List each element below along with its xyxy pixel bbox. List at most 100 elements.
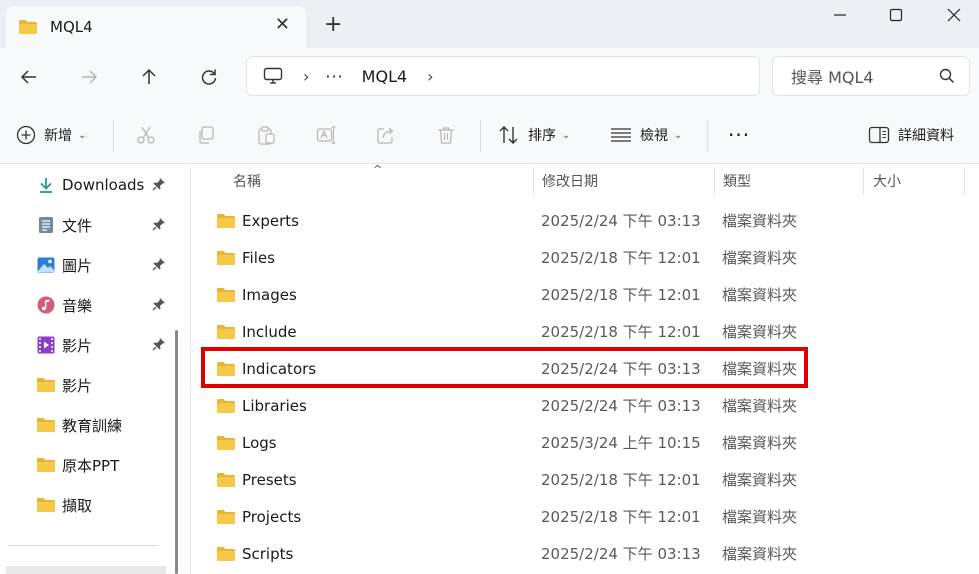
pin-icon[interactable]	[152, 337, 166, 351]
file-name: Presets	[242, 470, 297, 489]
details-pane-icon	[868, 126, 890, 144]
sort-icon	[499, 126, 518, 144]
sidebar-item-folder[interactable]: 擷取	[36, 492, 168, 518]
minimize-button[interactable]	[820, 2, 860, 28]
sort-caret-icon: ^	[373, 163, 383, 176]
column-divider[interactable]	[863, 167, 864, 195]
maximize-button[interactable]	[876, 2, 916, 28]
file-modified-date: 2025/2/18 下午 12:01	[541, 471, 701, 489]
sidebar-item-downloads[interactable]: Downloads	[36, 172, 168, 198]
share-button[interactable]	[376, 124, 396, 146]
file-row[interactable]: Projects 2025/2/18 下午 12:01 檔案資料夾	[190, 498, 979, 535]
address-bar[interactable]: › ··· MQL4 ›	[246, 56, 760, 96]
pin-icon[interactable]	[152, 217, 166, 231]
cut-button[interactable]	[136, 124, 156, 146]
search-input[interactable]: 搜尋 MQL4	[772, 56, 970, 96]
file-modified-date: 2025/2/24 下午 03:13	[541, 545, 701, 563]
breadcrumb-current[interactable]: MQL4	[362, 67, 408, 86]
chevron-right-icon[interactable]: ›	[303, 67, 309, 86]
close-tab-button[interactable]: ✕	[275, 16, 290, 34]
sidebar-item-music[interactable]: 音樂	[36, 292, 168, 318]
tab-mql4[interactable]: MQL4 ✕	[6, 6, 306, 48]
arrow-left-icon	[20, 70, 36, 84]
close-icon	[947, 8, 961, 22]
details-pane-button[interactable]: 詳細資料	[868, 124, 954, 146]
close-window-button[interactable]	[934, 2, 974, 28]
column-header-type[interactable]: 類型	[723, 165, 751, 197]
file-name: Files	[242, 248, 275, 267]
breadcrumb-more[interactable]: ···	[325, 67, 343, 86]
chevron-right-icon[interactable]: ›	[427, 67, 433, 86]
sidebar-divider	[8, 545, 158, 546]
file-type: 檔案資料夾	[722, 397, 798, 415]
pin-icon[interactable]	[152, 297, 166, 311]
sidebar-item-documents[interactable]: 文件	[36, 212, 168, 238]
column-divider[interactable]	[533, 167, 534, 195]
sidebar-item-label: 擷取	[62, 496, 93, 515]
tab-title: MQL4	[50, 18, 93, 36]
folder-icon	[36, 375, 56, 395]
delete-button[interactable]	[436, 124, 456, 146]
sidebar-item-folder[interactable]: 教育訓練	[36, 412, 168, 438]
up-button[interactable]	[136, 64, 162, 90]
pin-icon[interactable]	[152, 177, 166, 191]
file-row[interactable]: Scripts 2025/2/24 下午 03:13 檔案資料夾	[190, 535, 979, 572]
file-name: Libraries	[242, 396, 307, 415]
scissors-icon	[137, 126, 155, 144]
download-icon	[36, 175, 56, 195]
file-row[interactable]: Presets 2025/2/18 下午 12:01 檔案資料夾	[190, 461, 979, 498]
file-row[interactable]: Images 2025/2/18 下午 12:01 檔案資料夾	[190, 276, 979, 313]
sidebar-item-folder[interactable]: 原本PPT	[36, 452, 168, 478]
column-header-date[interactable]: 修改日期	[542, 165, 598, 197]
file-type: 檔案資料夾	[722, 508, 798, 526]
refresh-icon	[201, 69, 217, 85]
view-button[interactable]: 檢視 ⌄	[610, 124, 682, 146]
pin-icon[interactable]	[152, 257, 166, 271]
chevron-down-icon: ⌄	[78, 129, 87, 141]
sidebar-item-label: 文件	[62, 216, 93, 235]
sidebar-item-videos[interactable]: 影片	[36, 332, 168, 358]
column-divider[interactable]	[964, 167, 965, 195]
file-row[interactable]: Logs 2025/3/24 上午 10:15 檔案資料夾	[190, 424, 979, 461]
forward-button[interactable]	[76, 64, 102, 90]
copy-button[interactable]	[196, 124, 216, 146]
column-divider[interactable]	[714, 167, 715, 195]
toolbar-divider	[707, 120, 708, 152]
sidebar-item-pictures[interactable]: 圖片	[36, 252, 168, 278]
column-header-name[interactable]: 名稱	[233, 165, 261, 197]
search-placeholder: 搜尋 MQL4	[791, 68, 874, 87]
file-name: Experts	[242, 211, 299, 230]
new-button[interactable]: 新增 ⌄	[16, 124, 86, 146]
file-modified-date: 2025/2/18 下午 12:01	[541, 323, 701, 341]
sort-button[interactable]: 排序 ⌄	[498, 124, 570, 146]
file-row[interactable]: Files 2025/2/18 下午 12:01 檔案資料夾	[190, 239, 979, 276]
sidebar-item-label: 音樂	[62, 296, 93, 315]
sidebar-horizontal-scrollbar[interactable]	[6, 566, 166, 574]
navigation-pane: Downloads 文件 圖片 音樂 影片 影片 教育訓練 原本PPT 擷取	[0, 165, 178, 574]
file-name: Scripts	[242, 544, 294, 563]
more-options-button[interactable]: ···	[728, 123, 750, 147]
sidebar-scrollbar[interactable]	[175, 330, 178, 574]
pictures-icon	[36, 255, 56, 275]
computer-icon	[263, 67, 283, 84]
file-modified-date: 2025/2/18 下午 12:01	[541, 249, 701, 267]
new-label: 新增	[44, 128, 72, 144]
maximize-icon	[889, 8, 903, 22]
sidebar-item-label: 影片	[62, 336, 93, 355]
folder-icon	[216, 535, 236, 572]
column-header-size[interactable]: 大小	[873, 165, 901, 197]
details-label: 詳細資料	[898, 128, 954, 144]
toolbar-divider	[113, 120, 114, 152]
share-icon	[377, 127, 394, 144]
back-button[interactable]	[16, 64, 42, 90]
copy-icon	[199, 126, 214, 144]
new-tab-button[interactable]: +	[324, 14, 342, 36]
sidebar-item-folder[interactable]: 影片	[36, 372, 168, 398]
rename-button[interactable]	[316, 124, 336, 146]
file-type: 檔案資料夾	[722, 434, 798, 452]
file-row[interactable]: Include 2025/2/18 下午 12:01 檔案資料夾	[190, 313, 979, 350]
refresh-button[interactable]	[196, 64, 222, 90]
file-row[interactable]: Libraries 2025/2/24 下午 03:13 檔案資料夾	[190, 387, 979, 424]
file-row[interactable]: Experts 2025/2/24 下午 03:13 檔案資料夾	[190, 202, 979, 239]
paste-button[interactable]	[256, 124, 276, 146]
